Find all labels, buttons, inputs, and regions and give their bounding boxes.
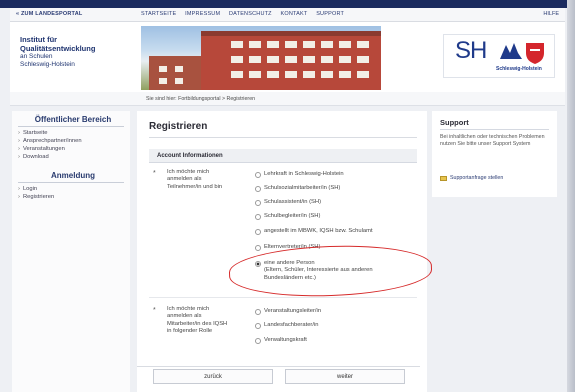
option-label: Verwaltungskraft: [264, 337, 307, 343]
radio-schulassistent[interactable]: [255, 200, 261, 206]
support-divider: [440, 129, 549, 130]
staff-q-line-1: Ich möchte mich: [167, 306, 210, 312]
top-accent-bar: [0, 0, 575, 8]
utility-bar: « ZUM LANDESPORTAL STARTSEITE IMPRESSUM …: [10, 8, 565, 22]
radio-schulbegleiter[interactable]: [255, 214, 261, 220]
andere-line-1: eine andere Person: [264, 260, 315, 266]
institute-line-2: Qualitätsentwicklung: [20, 43, 96, 53]
sidebar-heading-login: Anmeldung: [18, 167, 124, 183]
utility-nav: STARTSEITE IMPRESSUM DATENSCHUTZ KONTAKT…: [141, 11, 351, 17]
support-link-label: Supportanfrage stellen: [450, 175, 504, 181]
option-andere-text: eine andere Person (Eltern, Schüler, Int…: [264, 260, 373, 282]
breadcrumb: Sie sind hier: Fortbildungsportal > Regi…: [10, 92, 565, 106]
nav-datenschutz[interactable]: DATENSCHUTZ: [229, 11, 272, 17]
page-title: Registrieren: [149, 121, 208, 132]
support-box: Support Bei inhaltlichen oder technische…: [432, 111, 557, 197]
option-schulbegleiter[interactable]: Schulbegleiter/in (SH): [255, 213, 320, 220]
option-label: Lehrkraft in Schleswig-Holstein: [264, 171, 344, 177]
nav-startseite[interactable]: STARTSEITE: [141, 11, 176, 17]
option-label: angestellt im MBWK, IQSH bzw. Schulamt: [264, 228, 373, 234]
main-content: Registrieren Account Informationen * Ich…: [137, 111, 427, 392]
logo-subtitle: Schleswig-Holstein: [496, 66, 542, 72]
option-elternvertreter[interactable]: Elternvertreter/in (SH): [255, 244, 320, 251]
button-bar: zurück weiter: [137, 366, 420, 386]
landesportal-link[interactable]: « ZUM LANDESPORTAL: [16, 11, 82, 17]
participant-q-line-3: Teilnehmer/in und bin: [167, 183, 223, 190]
logo-text: SH: [455, 37, 487, 64]
row-divider: [149, 297, 417, 298]
institute-name[interactable]: Institut für Qualitätsentwicklung an Sch…: [20, 35, 96, 68]
radio-landesfachberater[interactable]: [255, 323, 261, 329]
section-title: Account Informationen: [157, 153, 223, 159]
envelope-icon: [440, 175, 447, 181]
coat-of-arms-icon: [500, 43, 544, 64]
option-schulassistent[interactable]: Schulassistent/in (SH): [255, 199, 321, 206]
help-link[interactable]: HILFE: [543, 11, 559, 17]
option-mbwk[interactable]: angestellt im MBWK, IQSH bzw. Schulamt: [255, 228, 373, 235]
support-text: Bei inhaltlichen oder technischen Proble…: [440, 134, 545, 147]
radio-mbwk[interactable]: [255, 229, 261, 235]
title-divider: [149, 137, 417, 138]
option-label: Schulassistent/in (SH): [264, 199, 322, 205]
radio-elternvertreter[interactable]: [255, 245, 261, 251]
sidebar-item-registrieren[interactable]: Registrieren: [12, 193, 130, 201]
support-title: Support: [440, 118, 469, 127]
section-header: Account Informationen: [149, 149, 417, 163]
sidebar-item-ansprechpartner[interactable]: Ansprechpartner/innen: [12, 137, 130, 145]
sidebar: Öffentlicher Bereich Startseite Ansprech…: [12, 111, 130, 392]
staff-q-line-4: in folgender Rolle: [167, 327, 213, 334]
andere-line-3: Bundesländern etc.): [264, 274, 316, 281]
sh-logo[interactable]: SH Schleswig-Holstein: [443, 34, 555, 78]
participant-q-line-2: anmelden als: [167, 176, 202, 183]
radio-schulsozial[interactable]: [255, 186, 261, 192]
support-request-link[interactable]: Supportanfrage stellen: [440, 175, 503, 181]
radio-lehrkraft[interactable]: [255, 172, 261, 178]
sidebar-item-startseite[interactable]: Startseite: [12, 129, 130, 137]
nav-impressum[interactable]: IMPRESSUM: [185, 11, 220, 17]
participant-question: Ich möchte mich anmelden als Teilnehmer/…: [167, 169, 222, 191]
option-andere-person[interactable]: eine andere Person (Eltern, Schüler, Int…: [255, 260, 373, 282]
staff-q-line-2: anmelden als: [167, 313, 202, 320]
option-label: Veranstaltungsleiter/in: [264, 308, 322, 314]
participant-q-line-1: Ich möchte mich: [167, 169, 210, 175]
site-header: Institut für Qualitätsentwicklung an Sch…: [10, 22, 565, 92]
option-label: Landesfachberater/in: [264, 322, 319, 328]
sidebar-item-veranstaltungen[interactable]: Veranstaltungen: [12, 145, 130, 153]
staff-q-line-3: Mitarbeiter/in des IQSH: [167, 320, 228, 327]
radio-veranstaltungsleiter[interactable]: [255, 309, 261, 315]
sidebar-heading-public: Öffentlicher Bereich: [18, 111, 124, 127]
back-button[interactable]: zurück: [153, 369, 273, 384]
option-label: Schulbegleiter/in (SH): [264, 213, 321, 219]
sidebar-item-login[interactable]: Login: [12, 185, 130, 193]
staff-question: Ich möchte mich anmelden als Mitarbeiter…: [167, 306, 227, 335]
sidebar-item-download[interactable]: Download: [12, 153, 130, 161]
radio-andere-person[interactable]: [255, 261, 261, 267]
required-star-2: *: [153, 307, 156, 314]
institute-line-4: Schleswig-Holstein: [20, 60, 75, 68]
option-label: Schulsozialmitarbeiter/in (SH): [264, 185, 341, 191]
required-star-1: *: [153, 170, 156, 177]
next-button[interactable]: weiter: [285, 369, 405, 384]
option-label: Elternvertreter/in (SH): [264, 244, 321, 250]
header-building-photo: [141, 26, 381, 90]
option-veranstaltungsleiter[interactable]: Veranstaltungsleiter/in: [255, 308, 321, 315]
breadcrumb-text[interactable]: Sie sind hier: Fortbildungsportal > Regi…: [146, 96, 255, 102]
option-lehrkraft[interactable]: Lehrkraft in Schleswig-Holstein: [255, 171, 344, 178]
window-edge-shadow: [567, 0, 575, 392]
radio-verwaltungskraft[interactable]: [255, 338, 261, 344]
andere-line-2: (Eltern, Schüler, Interessierte aus ande…: [264, 267, 373, 274]
institute-line-3: an Schulen: [20, 53, 53, 60]
nav-kontakt[interactable]: KONTAKT: [280, 11, 307, 17]
nav-support[interactable]: SUPPORT: [316, 11, 344, 17]
option-verwaltungskraft[interactable]: Verwaltungskraft: [255, 337, 307, 344]
option-landesfachberater[interactable]: Landesfachberater/in: [255, 322, 318, 329]
option-schulsozial[interactable]: Schulsozialmitarbeiter/in (SH): [255, 185, 340, 192]
